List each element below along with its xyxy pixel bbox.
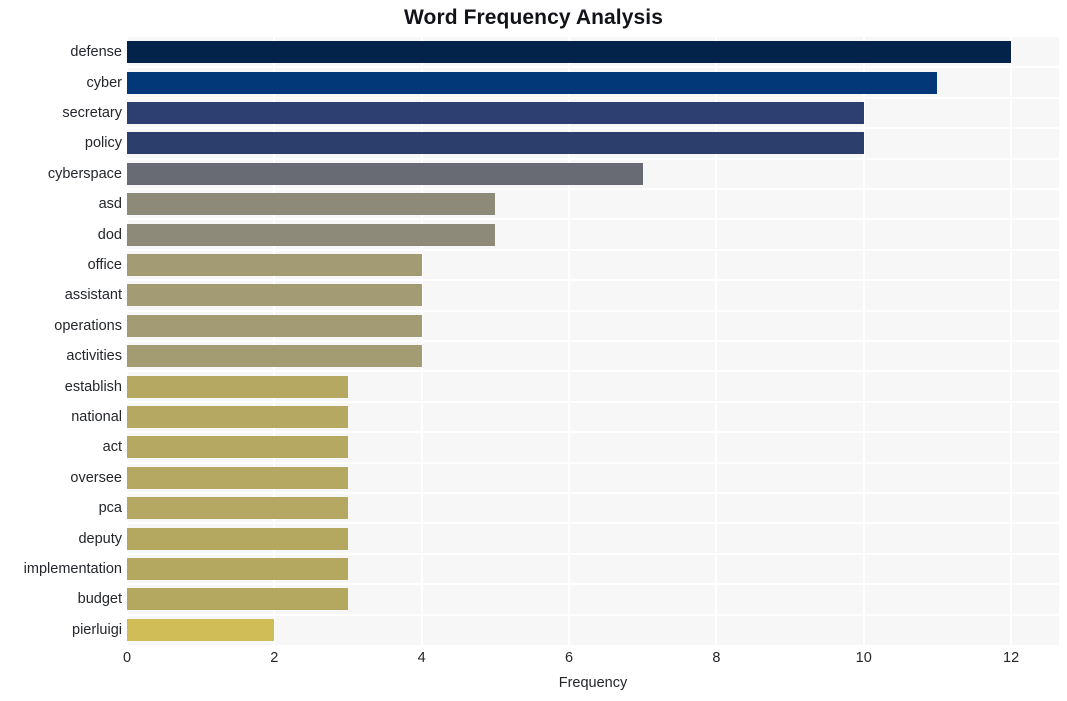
y-gridline [127, 127, 1059, 130]
x-axis-tick-label: 2 [270, 650, 279, 666]
bar [127, 102, 864, 124]
y-axis-tick-label: office [87, 257, 122, 273]
x-axis-tick-label: 4 [417, 650, 426, 666]
y-gridline [127, 309, 1059, 312]
y-axis-tick-label: activities [66, 348, 122, 365]
x-axis-tick-label: 12 [1003, 650, 1020, 666]
y-gridline [127, 157, 1059, 160]
y-gridline [127, 218, 1059, 221]
y-gridline [127, 248, 1059, 251]
x-axis-tick-label: 8 [712, 650, 721, 666]
bar [127, 193, 496, 216]
bar [127, 466, 349, 489]
y-axis-tick-label: defense [70, 44, 122, 61]
bar [127, 375, 349, 398]
bar [127, 284, 422, 307]
y-axis-tick-label: pierluigi [72, 621, 122, 638]
bar [127, 314, 422, 337]
bar [127, 406, 349, 428]
plot-area [127, 37, 1059, 645]
y-gridline [127, 461, 1059, 464]
y-axis-tick-label: pca [98, 500, 122, 517]
word-frequency-bar-chart: Word Frequency Analysis defense cyber secr… [0, 0, 1067, 701]
y-axis-tick-labels: defense cyber secretary policy cyberspace asd… [0, 37, 122, 645]
x-axis-tick-label: 6 [565, 650, 574, 666]
y-axis-tick-label: cyber [86, 74, 122, 91]
bar [127, 618, 275, 641]
bar [127, 345, 422, 368]
y-axis-tick-label: operations [54, 317, 122, 334]
y-gridline [127, 522, 1059, 525]
x-axis-tick-label: 0 [122, 650, 132, 666]
y-axis-tick-label: deputy [78, 530, 122, 547]
y-axis-tick-label: act [102, 439, 122, 456]
y-gridline [127, 613, 1059, 616]
bar [127, 41, 1012, 64]
y-axis-tick-label: budget [77, 591, 122, 608]
y-gridline [127, 66, 1059, 69]
bar [127, 223, 496, 246]
x-axis-title: Frequency [558, 675, 628, 691]
chart-title: Word Frequency Analysis [403, 6, 664, 29]
y-axis-tick-label: implementation [23, 561, 122, 577]
y-gridline [127, 583, 1059, 586]
bar [127, 436, 349, 459]
y-axis-tick-label: national [71, 409, 122, 425]
y-gridline [127, 96, 1059, 99]
x-axis-tick-labels: 0 2 4 6 8 10 12 [0, 650, 1067, 672]
bar [127, 527, 349, 550]
y-axis-tick-label: asd [98, 196, 122, 213]
x-axis-tick-label: 10 [855, 650, 872, 666]
bar [127, 71, 938, 94]
y-gridline [127, 188, 1059, 190]
y-axis-tick-label: establish [64, 378, 122, 395]
y-gridline [127, 492, 1059, 494]
y-axis-tick-label: assistant [64, 287, 122, 304]
bar [127, 162, 643, 185]
y-axis-tick-label: oversee [70, 469, 122, 486]
y-axis-tick-label: dod [97, 226, 122, 243]
bar [127, 588, 349, 611]
bar [127, 254, 422, 276]
y-axis-tick-label: secretary [62, 105, 122, 121]
bar [127, 132, 864, 155]
bar [127, 497, 349, 520]
y-axis-tick-label: cyberspace [47, 165, 122, 182]
y-gridline [127, 370, 1059, 373]
y-gridline [127, 279, 1059, 282]
bar [127, 558, 349, 580]
y-gridline [127, 552, 1059, 555]
y-gridline [127, 400, 1059, 403]
y-gridline [127, 431, 1059, 434]
y-axis-tick-label: policy [84, 135, 122, 152]
y-gridline [127, 340, 1059, 342]
